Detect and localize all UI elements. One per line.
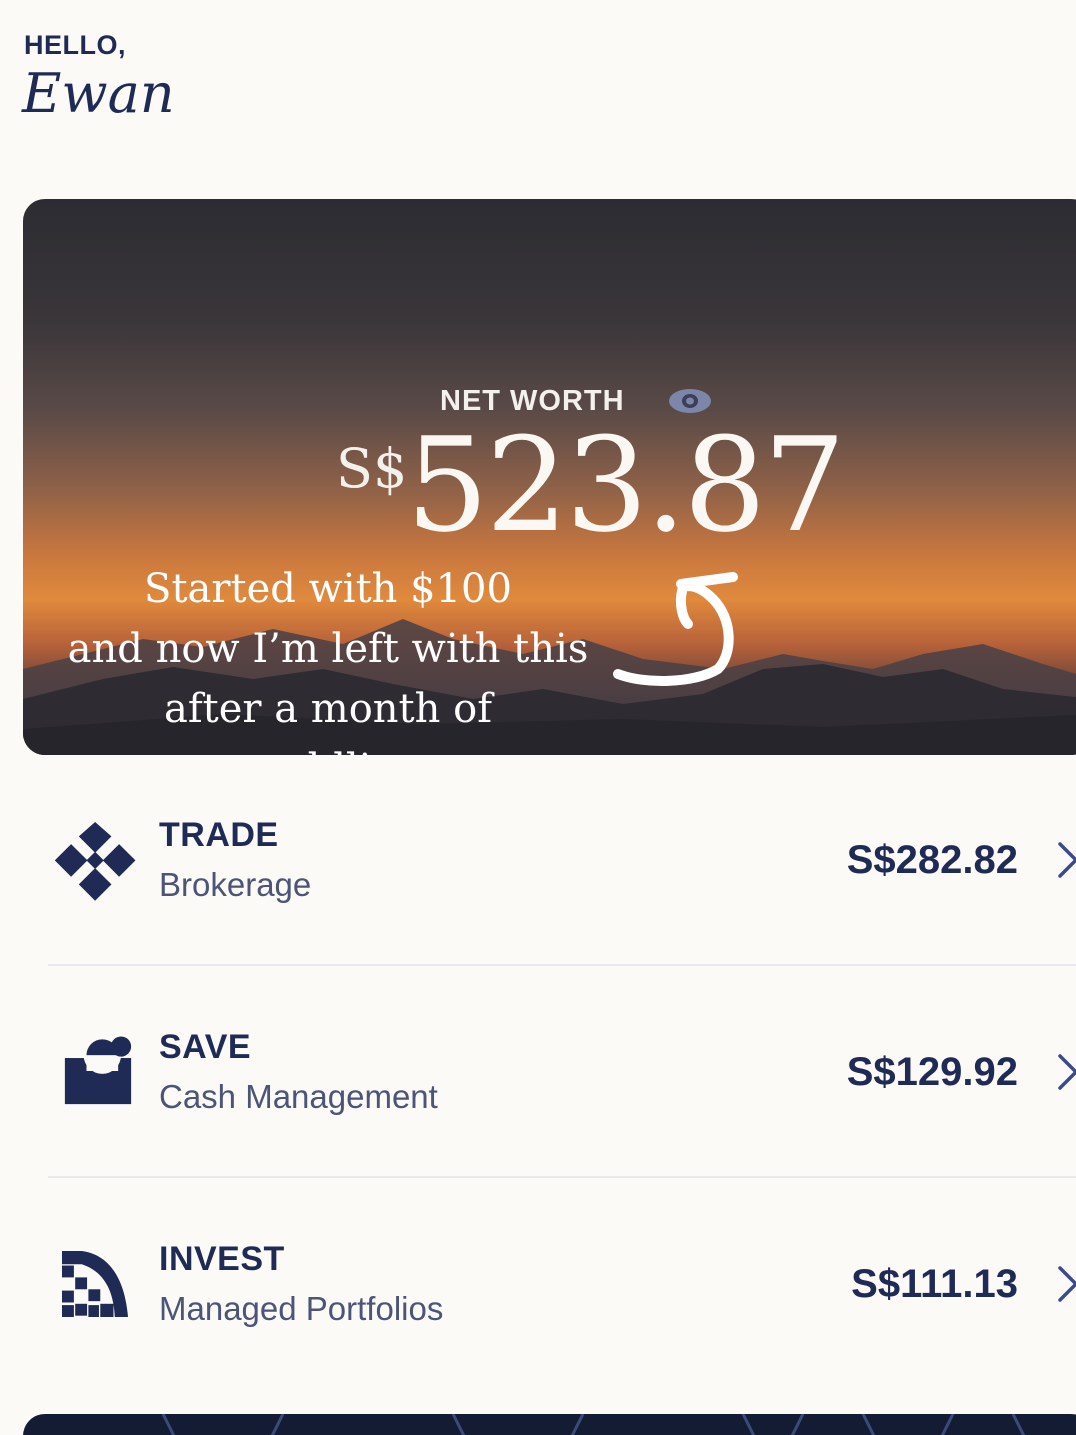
account-row-trade[interactable]: TRADE Brokerage S$282.82 — [48, 812, 1076, 1012]
save-icon — [64, 1036, 132, 1105]
chevron-right-icon[interactable] — [1056, 1264, 1076, 1304]
pattern-decoration — [161, 1414, 1026, 1435]
account-subtitle: Brokerage — [159, 866, 312, 903]
caption-line-2: and now I’m left with this — [67, 626, 589, 672]
overlay-caption: Started with $100 and now I’m left with … — [63, 559, 593, 755]
divider — [48, 964, 1076, 966]
account-subtitle: Managed Portfolios — [159, 1290, 444, 1327]
caption-line-3: after a month of meddling — [163, 686, 492, 755]
handdrawn-arrow-icon — [613, 572, 738, 686]
chevron-right-icon[interactable] — [1056, 1052, 1076, 1092]
account-value: S$129.92 — [846, 1050, 1018, 1094]
net-worth-currency: S$ — [336, 437, 408, 500]
account-subtitle: Cash Management — [159, 1078, 438, 1115]
account-row-save[interactable]: SAVE Cash Management S$129.92 — [48, 1024, 1076, 1224]
account-title: INVEST — [159, 1240, 285, 1278]
bottom-promo-card[interactable] — [23, 1414, 1076, 1435]
net-worth-card[interactable]: NET WORTH S$ 523.87 Started with $100 an… — [23, 199, 1076, 755]
account-title: TRADE — [159, 816, 279, 854]
chevron-right-icon[interactable] — [1056, 840, 1076, 880]
account-row-invest[interactable]: INVEST Managed Portfolios S$111.13 — [48, 1236, 1076, 1435]
account-value: S$282.82 — [846, 838, 1018, 882]
net-worth-amount: 523.87 — [406, 409, 846, 561]
invest-icon — [62, 1251, 128, 1317]
greeting-hello: HELLO, — [24, 30, 126, 60]
account-title: SAVE — [159, 1028, 252, 1066]
divider — [48, 1176, 1076, 1178]
greeting-name: Ewan — [22, 62, 175, 125]
trade-icon — [54, 822, 136, 901]
caption-line-1: Started with $100 — [144, 566, 512, 612]
account-value: S$111.13 — [851, 1262, 1018, 1306]
